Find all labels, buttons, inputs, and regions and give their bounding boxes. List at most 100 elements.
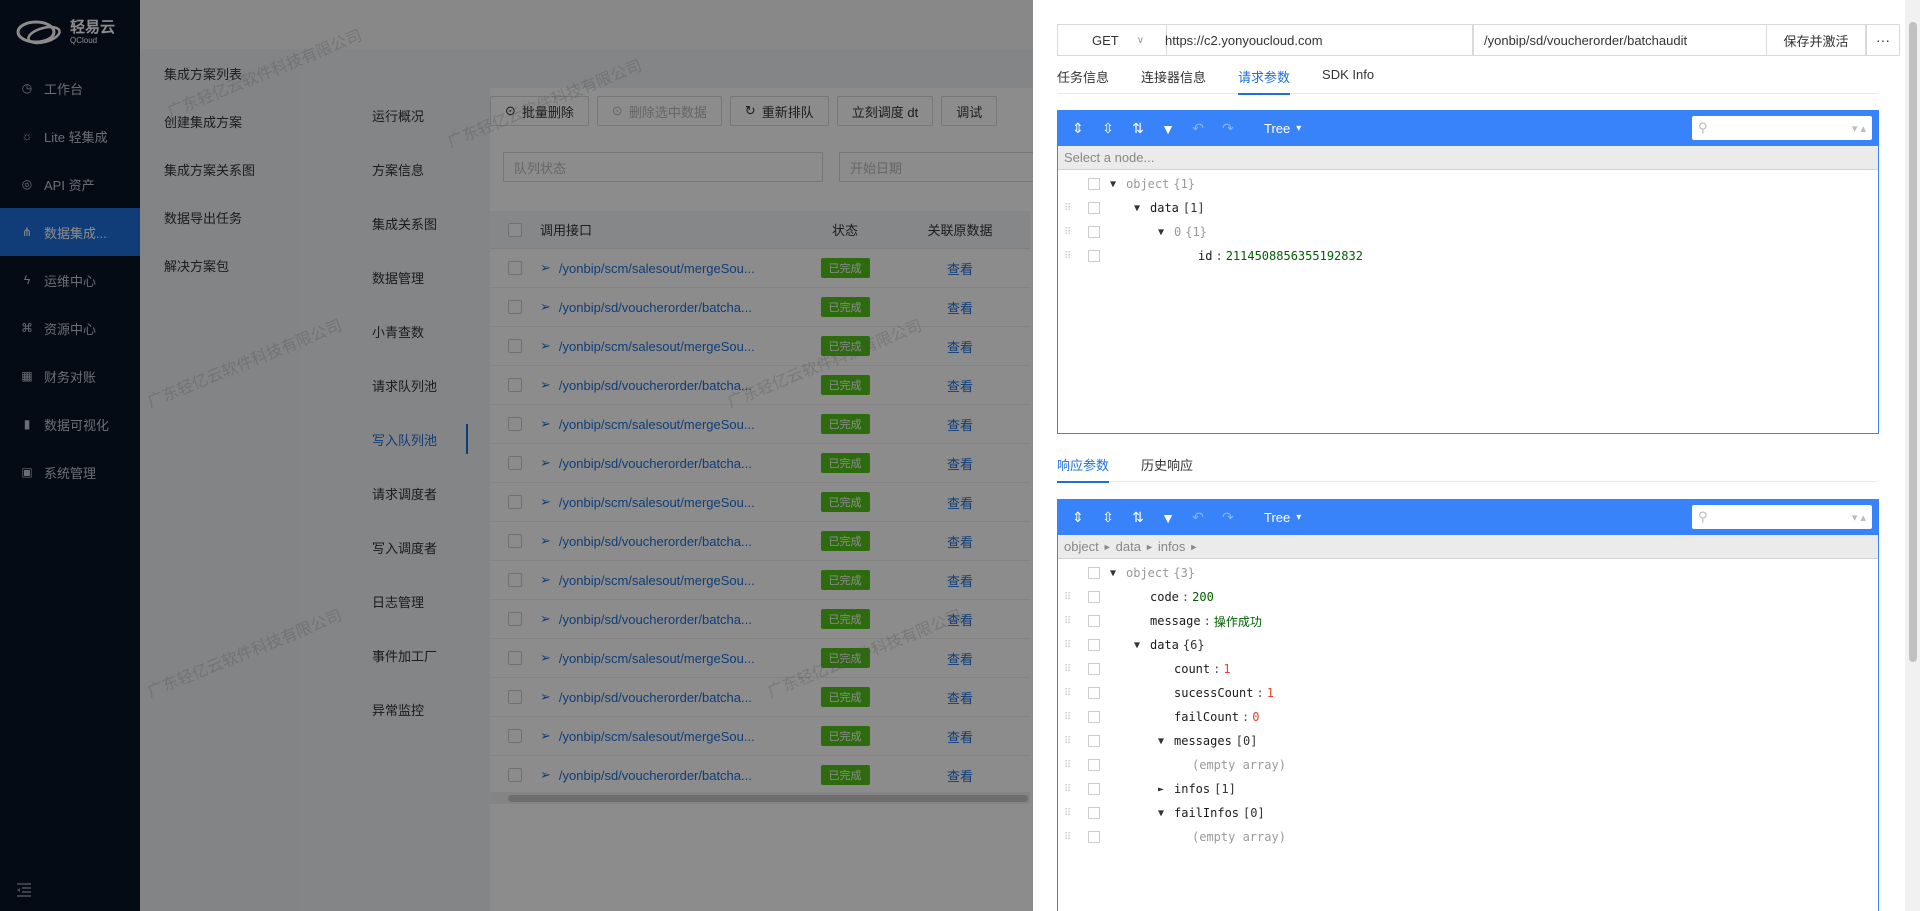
drawer-tabs: 任务信息 连接器信息 请求参数 SDK Info — [1057, 64, 1877, 95]
node-key[interactable]: failCount — [1174, 710, 1239, 724]
node-checkbox[interactable] — [1088, 591, 1100, 603]
filter-icon[interactable]: ▼ — [1156, 506, 1180, 530]
tree-node: ▼ object {3} — [1058, 561, 1878, 585]
node-value[interactable]: 1 — [1267, 686, 1274, 700]
response-tab[interactable]: 响应参数 — [1057, 452, 1110, 483]
node-key[interactable]: data — [1150, 638, 1179, 652]
node-key[interactable]: infos — [1174, 782, 1210, 796]
editor-search-input[interactable]: ⚲ ▾ ▴ — [1692, 505, 1872, 529]
node-checkbox[interactable] — [1088, 831, 1100, 843]
drag-handle-icon[interactable]: ⠿ — [1064, 832, 1074, 843]
expand-toggle-icon[interactable]: ▼ — [1106, 179, 1120, 190]
drawer-tab[interactable]: 任务信息 — [1057, 64, 1109, 94]
http-method-select[interactable]: GET ∨ — [1057, 24, 1167, 56]
drawer-scrollbar[interactable] — [1905, 0, 1920, 911]
node-checkbox[interactable] — [1088, 639, 1100, 651]
node-key[interactable]: code — [1150, 590, 1179, 604]
drag-handle-icon[interactable]: ⠿ — [1064, 227, 1074, 238]
sort-icon[interactable]: ⇅ — [1126, 117, 1150, 141]
search-nav-icon[interactable]: ▾ ▴ — [1852, 122, 1866, 135]
more-button[interactable]: ··· — [1866, 24, 1900, 56]
node-checkbox[interactable] — [1088, 567, 1100, 579]
expand-toggle-icon[interactable]: ▼ — [1130, 640, 1144, 651]
node-key[interactable]: object — [1126, 177, 1169, 191]
sort-icon[interactable]: ⇅ — [1126, 506, 1150, 530]
tree-node: ⠿ count:1 — [1064, 662, 1231, 676]
search-nav-icon[interactable]: ▾ ▴ — [1852, 511, 1866, 524]
drawer-tab[interactable]: 请求参数 — [1238, 64, 1291, 95]
node-value[interactable]: 200 — [1192, 590, 1214, 604]
expand-toggle-icon[interactable]: ▼ — [1130, 203, 1144, 214]
path-input[interactable]: /yonbip/sd/voucherorder/batchaudit — [1473, 24, 1809, 56]
breadcrumb-item[interactable]: infos — [1158, 539, 1185, 554]
node-key[interactable]: failInfos — [1174, 806, 1239, 820]
node-value[interactable]: 0 — [1252, 710, 1259, 724]
breadcrumb-item[interactable]: data — [1116, 539, 1141, 554]
response-tab[interactable]: 历史响应 — [1141, 452, 1193, 482]
node-value[interactable]: 2114508856355192832 — [1226, 249, 1363, 263]
node-checkbox[interactable] — [1088, 202, 1100, 214]
node-checkbox[interactable] — [1088, 759, 1100, 771]
node-checkbox[interactable] — [1088, 783, 1100, 795]
drag-handle-icon[interactable]: ⠿ — [1064, 592, 1074, 603]
expand-toggle-icon[interactable]: ▼ — [1154, 227, 1168, 238]
node-key[interactable]: data — [1150, 201, 1179, 215]
redo-icon[interactable]: ↷ — [1216, 506, 1240, 530]
expand-all-icon[interactable]: ⇕ — [1066, 506, 1090, 530]
node-checkbox[interactable] — [1088, 615, 1100, 627]
node-checkbox[interactable] — [1088, 807, 1100, 819]
drag-handle-icon[interactable]: ⠿ — [1064, 203, 1074, 214]
node-key[interactable]: sucessCount — [1174, 686, 1253, 700]
editor-search-input[interactable]: ⚲ ▾ ▴ — [1692, 116, 1872, 140]
node-checkbox[interactable] — [1088, 735, 1100, 747]
undo-icon[interactable]: ↶ — [1186, 117, 1210, 141]
drag-handle-icon[interactable]: ⠿ — [1064, 251, 1074, 262]
collapse-all-icon[interactable]: ⇳ — [1096, 506, 1120, 530]
drag-handle-icon[interactable]: ⠿ — [1064, 784, 1074, 795]
expand-toggle-icon[interactable]: ▼ — [1154, 808, 1168, 819]
save-activate-button[interactable]: 保存并激活 — [1766, 24, 1866, 56]
drag-handle-icon[interactable]: ⠿ — [1064, 640, 1074, 651]
drawer-tab[interactable]: SDK Info — [1322, 64, 1374, 94]
expand-toggle-icon[interactable]: ▼ — [1106, 568, 1120, 579]
node-value[interactable]: 1 — [1223, 662, 1230, 676]
drag-handle-icon[interactable]: ⠿ — [1064, 688, 1074, 699]
node-key[interactable]: 0 — [1174, 225, 1181, 239]
node-key[interactable]: id — [1198, 249, 1212, 263]
caret-down-icon: ▾ — [1296, 123, 1302, 134]
tree-node: ⠿ ▼ 0 {1} — [1058, 220, 1878, 244]
drag-handle-icon[interactable]: ⠿ — [1064, 760, 1074, 771]
drag-handle-icon[interactable]: ⠿ — [1064, 616, 1074, 627]
node-checkbox[interactable] — [1088, 663, 1100, 675]
expand-toggle-icon[interactable]: ▼ — [1154, 736, 1168, 747]
filter-icon[interactable]: ▼ — [1156, 117, 1180, 141]
node-checkbox[interactable] — [1088, 687, 1100, 699]
drag-handle-icon[interactable]: ⠿ — [1064, 712, 1074, 723]
node-checkbox[interactable] — [1088, 226, 1100, 238]
tree-node: ⠿ code:200 — [1064, 590, 1214, 604]
breadcrumb-item[interactable]: object — [1064, 539, 1099, 554]
tree-node: ⠿ message: 操作成功 — [1064, 613, 1262, 630]
node-key[interactable]: count — [1174, 662, 1210, 676]
host-input[interactable]: https://c2.yonyoucloud.com — [1161, 24, 1473, 56]
node-value[interactable]: 操作成功 — [1214, 613, 1262, 630]
node-checkbox[interactable] — [1088, 178, 1100, 190]
node-key[interactable]: messages — [1174, 734, 1232, 748]
expand-toggle-icon[interactable]: ► — [1154, 784, 1168, 795]
node-key[interactable]: object — [1126, 566, 1169, 580]
editor-mode-select[interactable]: Tree ▾ — [1264, 510, 1301, 525]
drag-handle-icon[interactable]: ⠿ — [1064, 736, 1074, 747]
tree-node: ⠿ failCount:0 — [1064, 710, 1260, 724]
expand-all-icon[interactable]: ⇕ — [1066, 117, 1090, 141]
modal-mask[interactable] — [0, 0, 1033, 911]
node-checkbox[interactable] — [1088, 711, 1100, 723]
undo-icon[interactable]: ↶ — [1186, 506, 1210, 530]
drag-handle-icon[interactable]: ⠿ — [1064, 664, 1074, 675]
editor-mode-select[interactable]: Tree ▾ — [1264, 121, 1301, 136]
node-checkbox[interactable] — [1088, 250, 1100, 262]
redo-icon[interactable]: ↷ — [1216, 117, 1240, 141]
node-key[interactable]: message — [1150, 614, 1201, 628]
drag-handle-icon[interactable]: ⠿ — [1064, 808, 1074, 819]
drawer-tab[interactable]: 连接器信息 — [1141, 64, 1206, 94]
collapse-all-icon[interactable]: ⇳ — [1096, 117, 1120, 141]
